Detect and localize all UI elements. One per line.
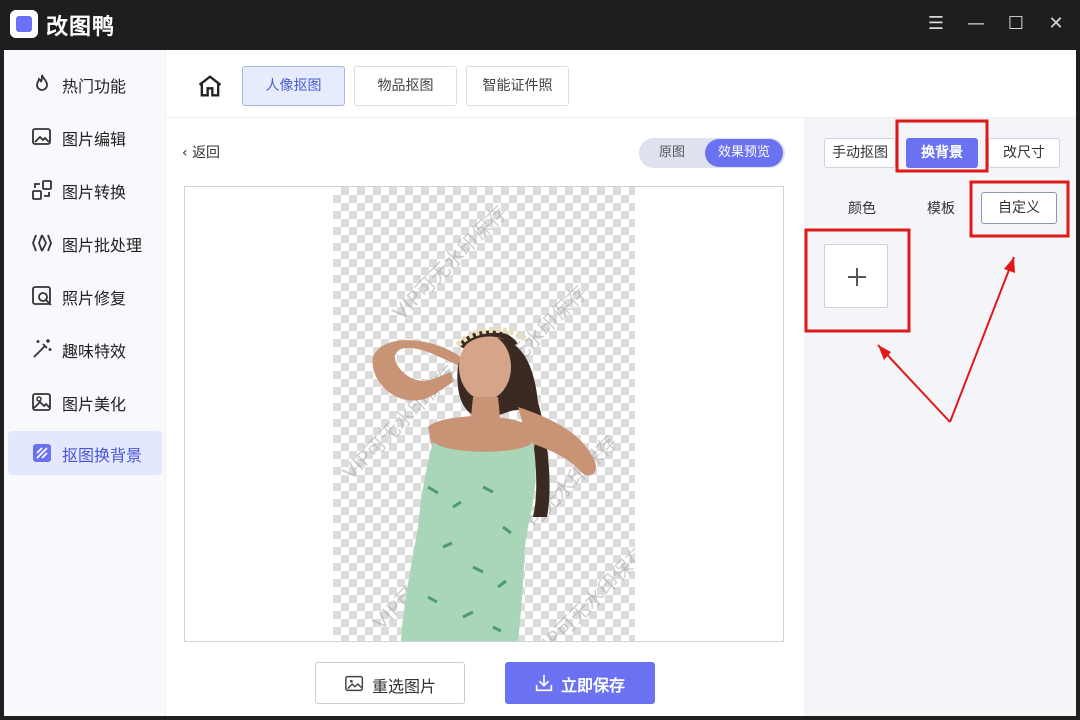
app-body: 热门功能 图片编辑 图片转换 图片批处理 照片修复 趣味特效 图片美化 抠图换背… [4, 50, 1076, 716]
sidebar-item-hot[interactable]: 热门功能 [8, 62, 162, 106]
image-edit-icon [32, 128, 51, 145]
transparent-background: VIP可无水印保存 VIP可无水印保存 VIP可无水印保存 VIP可无水印保存 … [333, 187, 635, 641]
tab-id-photo[interactable]: 智能证件照 [466, 66, 569, 106]
app-title: 改图鸭 [46, 15, 116, 40]
sidebar-item-label: 图片编辑 [62, 130, 127, 149]
tab-object-cutout[interactable]: 物品抠图 [354, 66, 457, 106]
sidebar-item-convert[interactable]: 图片转换 [8, 168, 162, 212]
option-custom[interactable]: 自定义 [981, 192, 1057, 224]
portrait-cutout-image [372, 326, 596, 641]
reselect-label: 重选图片 [372, 677, 437, 696]
title-bar: 改图鸭 ☰ — ☐ ✕ [0, 0, 1080, 50]
convert-icon [32, 180, 52, 200]
batch-icon [32, 234, 52, 252]
cutout-icon [33, 444, 51, 462]
photo-repair-icon [32, 286, 52, 306]
sidebar-item-fun-effects[interactable]: 趣味特效 [8, 327, 162, 371]
sidebar-item-label: 抠图换背景 [62, 446, 143, 465]
sidebar-item-batch[interactable]: 图片批处理 [8, 221, 162, 265]
reselect-image-button[interactable]: 重选图片 [315, 662, 465, 704]
sidebar-item-beautify[interactable]: 图片美化 [8, 380, 162, 424]
sidebar-item-label: 趣味特效 [62, 342, 127, 361]
top-tabs-bar: 人像抠图 物品抠图 智能证件照 [166, 50, 1076, 118]
maximize-icon[interactable]: ☐ [1004, 12, 1028, 36]
sidebar-item-photo-repair[interactable]: 照片修复 [8, 274, 162, 318]
toggle-effect-preview[interactable]: 效果预览 [705, 139, 783, 167]
tab-manual-cutout[interactable]: 手动抠图 [824, 138, 896, 168]
save-now-button[interactable]: 立即保存 [505, 662, 655, 704]
sidebar: 热门功能 图片编辑 图片转换 图片批处理 照片修复 趣味特效 图片美化 抠图换背… [4, 50, 166, 716]
tab-resize[interactable]: 改尺寸 [988, 138, 1060, 168]
sidebar-item-image-edit[interactable]: 图片编辑 [8, 115, 162, 159]
back-label: 返回 [192, 145, 221, 161]
sidebar-item-label: 图片转换 [62, 183, 127, 202]
option-template[interactable]: 模板 [927, 198, 955, 218]
flame-icon [36, 74, 48, 91]
close-icon[interactable]: ✕ [1044, 12, 1068, 36]
option-color[interactable]: 颜色 [848, 198, 876, 218]
tab-portrait-cutout[interactable]: 人像抠图 [242, 66, 345, 106]
menu-icon[interactable]: ☰ [924, 12, 948, 36]
sidebar-item-label: 图片批处理 [62, 236, 143, 255]
toggle-original[interactable]: 原图 [639, 138, 705, 168]
tab-change-background[interactable]: 换背景 [906, 138, 978, 168]
back-link[interactable]: ‹ 返回 [182, 142, 220, 162]
preview-canvas: VIP可无水印保存 VIP可无水印保存 VIP可无水印保存 VIP可无水印保存 … [184, 186, 784, 642]
add-custom-background-button[interactable] [824, 244, 888, 308]
sidebar-item-label: 照片修复 [62, 289, 127, 308]
beautify-icon [32, 393, 51, 411]
preview-area: ‹ 返回 原图 效果预览 VIP可无水印保存 VIP可无水印保存 VIP可无水印… [166, 118, 804, 716]
chevron-left-icon: ‹ [182, 145, 193, 161]
right-panel: 手动抠图 换背景 改尺寸 颜色 模板 自定义 [804, 118, 1076, 716]
view-toggle: 原图 效果预览 [639, 138, 785, 168]
sidebar-item-label: 图片美化 [62, 395, 127, 414]
app-logo-icon [10, 10, 38, 38]
minimize-icon[interactable]: — [964, 12, 988, 36]
save-label: 立即保存 [561, 676, 626, 695]
magic-wand-icon [33, 339, 52, 358]
sidebar-item-cutout[interactable]: 抠图换背景 [8, 431, 162, 475]
home-icon[interactable] [196, 72, 224, 100]
sidebar-item-label: 热门功能 [62, 77, 127, 96]
download-icon [535, 674, 553, 692]
image-icon [345, 675, 364, 692]
